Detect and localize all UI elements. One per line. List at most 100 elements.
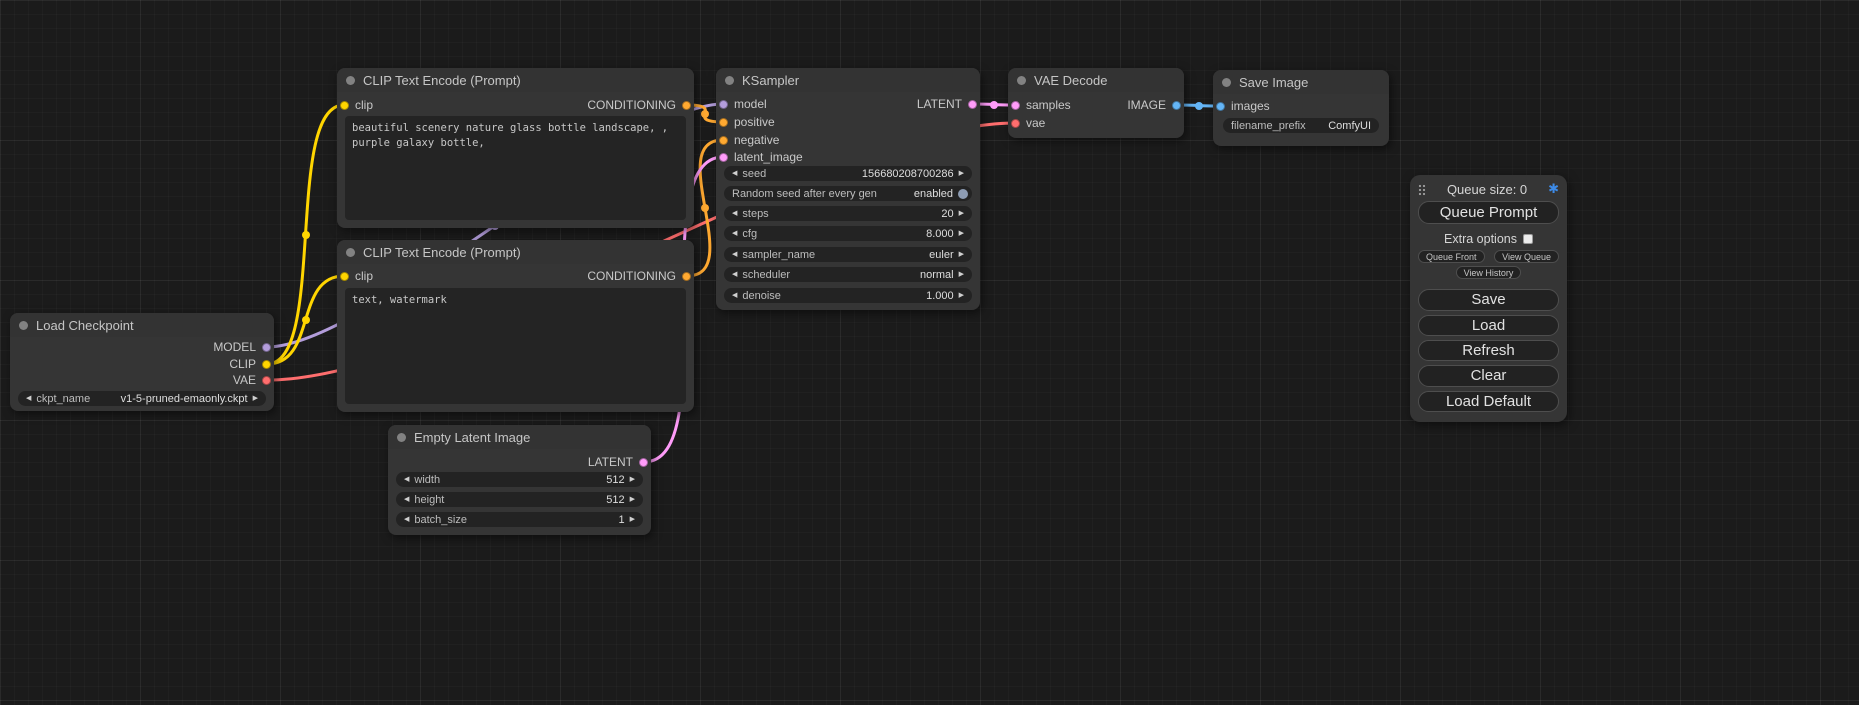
arrow-left-icon[interactable]: ◀: [732, 271, 737, 278]
node-collapse-dot-icon[interactable]: [1017, 76, 1026, 85]
view-queue-button[interactable]: View Queue: [1494, 250, 1559, 263]
clip-input-port[interactable]: [340, 101, 349, 110]
sampler-name-widget[interactable]: ◀ sampler_name euler ▶: [724, 247, 972, 262]
arrow-right-icon[interactable]: ▶: [630, 476, 635, 483]
node-collapse-dot-icon[interactable]: [19, 321, 28, 330]
image-output-port[interactable]: [1172, 101, 1181, 110]
toggle-knob-icon[interactable]: [958, 189, 968, 199]
node-empty-latent-image: Empty Latent Image LATENT ◀ width 512 ▶ …: [388, 425, 651, 535]
arrow-left-icon[interactable]: ◀: [732, 210, 737, 217]
model-output-port[interactable]: [262, 343, 271, 352]
latent-output-port[interactable]: [968, 100, 977, 109]
load-button[interactable]: Load: [1418, 315, 1559, 336]
arrow-right-icon[interactable]: ▶: [630, 496, 635, 503]
batch-size-widget[interactable]: ◀ batch_size 1 ▶: [396, 512, 643, 527]
refresh-button[interactable]: Refresh: [1418, 340, 1559, 361]
filename-prefix-widget[interactable]: filename_prefix ComfyUI: [1223, 118, 1379, 133]
samples-input-port[interactable]: [1011, 101, 1020, 110]
widget-value: ComfyUI: [1328, 120, 1371, 132]
negative-input-port[interactable]: [719, 136, 728, 145]
model-input-port[interactable]: [719, 100, 728, 109]
queue-panel: Queue size: 0 ✱ Queue Prompt Extra optio…: [1410, 175, 1567, 422]
clip-positive-title-bar[interactable]: CLIP Text Encode (Prompt): [337, 68, 694, 92]
ckpt-name-widget[interactable]: ◀ ckpt_name v1-5-pruned-emaonly.ckpt ▶: [18, 391, 266, 406]
negative-prompt-textarea[interactable]: text, watermark: [345, 288, 686, 404]
port-label: images: [1231, 99, 1270, 113]
positive-input-port[interactable]: [719, 118, 728, 127]
arrow-right-icon[interactable]: ▶: [959, 271, 964, 278]
port-label: IMAGE: [1127, 98, 1166, 112]
port-label: CONDITIONING: [587, 98, 676, 112]
input-row-latent-image: latent_image: [719, 149, 803, 165]
empty-latent-title-bar[interactable]: Empty Latent Image: [388, 425, 651, 449]
node-title: KSampler: [742, 73, 799, 88]
latent-output-port[interactable]: [639, 458, 648, 467]
graph-canvas[interactable]: Load Checkpoint MODEL CLIP VAE ◀ ckpt_na…: [0, 0, 1859, 705]
queue-size-label: Queue size: 0: [1447, 182, 1527, 197]
vae-decode-title-bar[interactable]: VAE Decode: [1008, 68, 1184, 92]
denoise-widget[interactable]: ◀ denoise 1.000 ▶: [724, 288, 972, 303]
steps-widget[interactable]: ◀ steps 20 ▶: [724, 206, 972, 221]
arrow-left-icon[interactable]: ◀: [732, 170, 737, 177]
width-widget[interactable]: ◀ width 512 ▶: [396, 472, 643, 487]
drag-handle-icon[interactable]: [1418, 184, 1426, 196]
arrow-left-icon[interactable]: ◀: [732, 230, 737, 237]
node-collapse-dot-icon[interactable]: [346, 76, 355, 85]
arrow-right-icon[interactable]: ▶: [959, 170, 964, 177]
load-checkpoint-title-bar[interactable]: Load Checkpoint: [10, 313, 274, 337]
positive-prompt-textarea[interactable]: beautiful scenery nature glass bottle la…: [345, 116, 686, 220]
clip-negative-title-bar[interactable]: CLIP Text Encode (Prompt): [337, 240, 694, 264]
wire-midpoint-dot: [701, 110, 709, 118]
widget-value: 1.000: [926, 290, 954, 302]
node-clip-text-encode-positive: CLIP Text Encode (Prompt) clip CONDITION…: [337, 68, 694, 228]
arrow-right-icon[interactable]: ▶: [959, 292, 964, 299]
ksampler-title-bar[interactable]: KSampler: [716, 68, 980, 92]
images-input-port[interactable]: [1216, 102, 1225, 111]
widget-label: filename_prefix: [1231, 120, 1323, 132]
load-default-button[interactable]: Load Default: [1418, 391, 1559, 412]
output-row-latent: LATENT: [588, 454, 648, 470]
arrow-left-icon[interactable]: ◀: [404, 476, 409, 483]
conditioning-output-port[interactable]: [682, 272, 691, 281]
clip-input-port[interactable]: [340, 272, 349, 281]
save-image-title-bar[interactable]: Save Image: [1213, 70, 1389, 94]
save-button[interactable]: Save: [1418, 289, 1559, 310]
conditioning-output-port[interactable]: [682, 101, 691, 110]
port-label: MODEL: [213, 340, 256, 354]
wire-midpoint-dot: [1195, 102, 1203, 110]
clear-button[interactable]: Clear: [1418, 365, 1559, 386]
node-collapse-dot-icon[interactable]: [346, 248, 355, 257]
random-seed-toggle-widget[interactable]: Random seed after every gen enabled: [724, 186, 972, 201]
cfg-widget[interactable]: ◀ cfg 8.000 ▶: [724, 226, 972, 241]
arrow-left-icon[interactable]: ◀: [26, 395, 31, 402]
node-collapse-dot-icon[interactable]: [397, 433, 406, 442]
clip-output-port[interactable]: [262, 360, 271, 369]
seed-widget[interactable]: ◀ seed 156680208700286 ▶: [724, 166, 972, 181]
view-history-button[interactable]: View History: [1456, 266, 1522, 279]
arrow-right-icon[interactable]: ▶: [959, 251, 964, 258]
arrow-left-icon[interactable]: ◀: [732, 251, 737, 258]
node-collapse-dot-icon[interactable]: [1222, 78, 1231, 87]
latent-image-input-port[interactable]: [719, 153, 728, 162]
arrow-left-icon[interactable]: ◀: [404, 496, 409, 503]
vae-output-port[interactable]: [262, 376, 271, 385]
input-row-model: model: [719, 96, 767, 112]
arrow-right-icon[interactable]: ▶: [253, 395, 258, 402]
scheduler-widget[interactable]: ◀ scheduler normal ▶: [724, 267, 972, 282]
queue-prompt-button[interactable]: Queue Prompt: [1418, 201, 1559, 223]
arrow-left-icon[interactable]: ◀: [732, 292, 737, 299]
input-row-vae: vae: [1011, 115, 1045, 131]
arrow-right-icon[interactable]: ▶: [959, 210, 964, 217]
height-widget[interactable]: ◀ height 512 ▶: [396, 492, 643, 507]
extra-options-checkbox[interactable]: [1523, 234, 1533, 244]
output-row-image: IMAGE: [1127, 97, 1181, 113]
arrow-right-icon[interactable]: ▶: [959, 230, 964, 237]
port-label: CLIP: [229, 357, 256, 371]
queue-front-button[interactable]: Queue Front: [1418, 250, 1485, 263]
settings-gear-icon[interactable]: ✱: [1548, 183, 1559, 196]
vae-input-port[interactable]: [1011, 119, 1020, 128]
node-collapse-dot-icon[interactable]: [725, 76, 734, 85]
arrow-right-icon[interactable]: ▶: [630, 516, 635, 523]
arrow-left-icon[interactable]: ◀: [404, 516, 409, 523]
output-row-conditioning: CONDITIONING: [587, 268, 691, 284]
